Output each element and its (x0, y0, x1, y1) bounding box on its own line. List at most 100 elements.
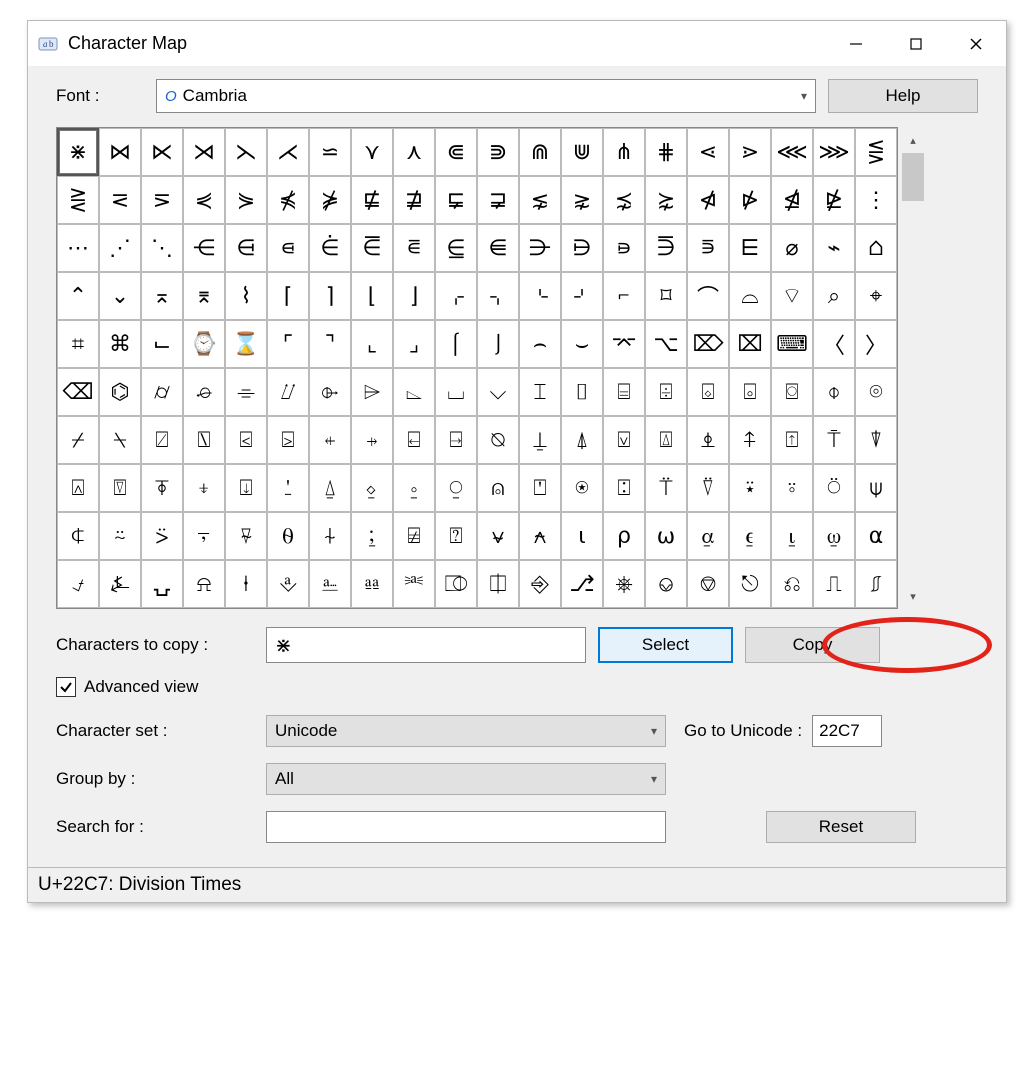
char-cell[interactable]: 〈 (813, 320, 855, 368)
char-cell[interactable]: ⍏ (729, 416, 771, 464)
char-cell[interactable]: ⌌ (435, 272, 477, 320)
char-cell[interactable]: ⋉ (141, 128, 183, 176)
char-cell[interactable]: ⍖ (183, 464, 225, 512)
char-cell[interactable]: ⌹ (645, 368, 687, 416)
char-cell[interactable]: ⍄ (267, 416, 309, 464)
char-cell[interactable]: ⋢ (351, 176, 393, 224)
char-cell[interactable]: ⋡ (309, 176, 351, 224)
char-cell[interactable]: ⎈ (603, 560, 645, 608)
char-cell[interactable]: ⍭ (309, 512, 351, 560)
char-cell[interactable]: ⎉ (645, 560, 687, 608)
scroll-track[interactable] (900, 201, 926, 583)
char-cell[interactable]: ⎋ (729, 560, 771, 608)
char-cell[interactable]: ⍼ (99, 560, 141, 608)
char-cell[interactable]: ⍱ (477, 512, 519, 560)
char-cell[interactable]: ⋶ (351, 224, 393, 272)
char-cell[interactable]: ⋵ (309, 224, 351, 272)
char-cell[interactable]: ⍟ (561, 464, 603, 512)
char-cell[interactable]: ⌆ (183, 272, 225, 320)
char-cell[interactable]: ⎎ (855, 560, 897, 608)
char-cell[interactable]: ⋠ (267, 176, 309, 224)
char-cell[interactable]: ⋘ (771, 128, 813, 176)
char-cell[interactable]: ⋮ (855, 176, 897, 224)
char-cell[interactable]: ⍘ (267, 464, 309, 512)
char-cell[interactable]: ⍕ (141, 464, 183, 512)
char-cell[interactable]: ⌤ (603, 320, 645, 368)
char-cell[interactable]: ⎃ (393, 560, 435, 608)
char-cell[interactable]: ⌠ (435, 320, 477, 368)
char-cell[interactable]: ⋯ (57, 224, 99, 272)
char-cell[interactable]: ⌛ (225, 320, 267, 368)
char-cell[interactable]: ⋔ (603, 128, 645, 176)
help-button[interactable]: Help (828, 79, 978, 113)
char-cell[interactable]: ⍌ (603, 416, 645, 464)
char-cell[interactable]: ⌮ (183, 368, 225, 416)
char-cell[interactable]: ⍷ (729, 512, 771, 560)
char-cell[interactable]: ⍳ (561, 512, 603, 560)
copy-button[interactable]: Copy (745, 627, 880, 663)
char-cell[interactable]: ⌺ (687, 368, 729, 416)
goto-unicode-input[interactable] (812, 715, 882, 747)
scroll-thumb[interactable] (902, 153, 924, 201)
char-cell[interactable]: ⍗ (225, 464, 267, 512)
char-cell[interactable]: ⌓ (729, 272, 771, 320)
char-cell[interactable]: ⍎ (687, 416, 729, 464)
char-cell[interactable]: ⌈ (267, 272, 309, 320)
char-cell[interactable]: ⍦ (855, 464, 897, 512)
char-cell[interactable]: ⍋ (561, 416, 603, 464)
char-cell[interactable]: ⍈ (435, 416, 477, 464)
char-cell[interactable]: ⋭ (813, 176, 855, 224)
char-cell[interactable]: ⍐ (771, 416, 813, 464)
char-cell[interactable]: ⌀ (771, 224, 813, 272)
char-cell[interactable]: ⋴ (267, 224, 309, 272)
char-cell[interactable]: ⌄ (99, 272, 141, 320)
char-cell[interactable]: ⋈ (99, 128, 141, 176)
char-cell[interactable]: ⋰ (99, 224, 141, 272)
char-cell[interactable]: ⍚ (351, 464, 393, 512)
char-cell[interactable]: ⋺ (519, 224, 561, 272)
close-button[interactable] (946, 21, 1006, 67)
char-cell[interactable]: ⋗ (729, 128, 771, 176)
char-cell[interactable]: ⍜ (435, 464, 477, 512)
char-cell[interactable]: ⌡ (477, 320, 519, 368)
char-cell[interactable]: ⋎ (351, 128, 393, 176)
reset-button[interactable]: Reset (766, 811, 916, 843)
char-cell[interactable]: ⋧ (561, 176, 603, 224)
char-cell[interactable]: ⌬ (99, 368, 141, 416)
char-cell[interactable]: ⋏ (393, 128, 435, 176)
char-cell[interactable]: ⌞ (351, 320, 393, 368)
char-cell[interactable]: ⋟ (225, 176, 267, 224)
char-cell[interactable]: ⍊ (519, 416, 561, 464)
char-cell[interactable]: ⌎ (519, 272, 561, 320)
char-cell[interactable]: ⍛ (393, 464, 435, 512)
char-cell[interactable]: ⍶ (687, 512, 729, 560)
char-cell[interactable]: ⌫ (57, 368, 99, 416)
char-cell[interactable]: ⍲ (519, 512, 561, 560)
char-cell[interactable]: ⍧ (57, 512, 99, 560)
char-cell[interactable]: ⋨ (603, 176, 645, 224)
scroll-up-button[interactable]: ▴ (900, 127, 926, 153)
char-cell[interactable]: ⌸ (603, 368, 645, 416)
char-cell[interactable]: ⋼ (603, 224, 645, 272)
charset-select[interactable]: Unicode ▾ (266, 715, 666, 747)
char-cell[interactable]: ⋲ (183, 224, 225, 272)
char-cell[interactable]: ⋩ (645, 176, 687, 224)
chars-to-copy-input[interactable] (266, 627, 586, 663)
char-cell[interactable]: ⋷ (393, 224, 435, 272)
char-cell[interactable]: ⎌ (771, 560, 813, 608)
char-cell[interactable]: ⌚ (183, 320, 225, 368)
char-cell[interactable]: ⌻ (729, 368, 771, 416)
char-cell[interactable]: ⎁ (309, 560, 351, 608)
char-cell[interactable]: ⍪ (183, 512, 225, 560)
char-cell[interactable]: ⋛ (57, 176, 99, 224)
char-cell[interactable]: ⍒ (855, 416, 897, 464)
char-cell[interactable]: ⌙ (141, 320, 183, 368)
char-cell[interactable]: ⌕ (813, 272, 855, 320)
char-cell[interactable]: ⋾ (687, 224, 729, 272)
char-cell[interactable]: ⍩ (141, 512, 183, 560)
groupby-select[interactable]: All ▾ (266, 763, 666, 795)
char-cell[interactable]: ⍫ (225, 512, 267, 560)
char-cell[interactable]: ⌦ (687, 320, 729, 368)
char-cell[interactable]: ⌱ (309, 368, 351, 416)
char-cell[interactable]: ⋇ (57, 128, 99, 176)
